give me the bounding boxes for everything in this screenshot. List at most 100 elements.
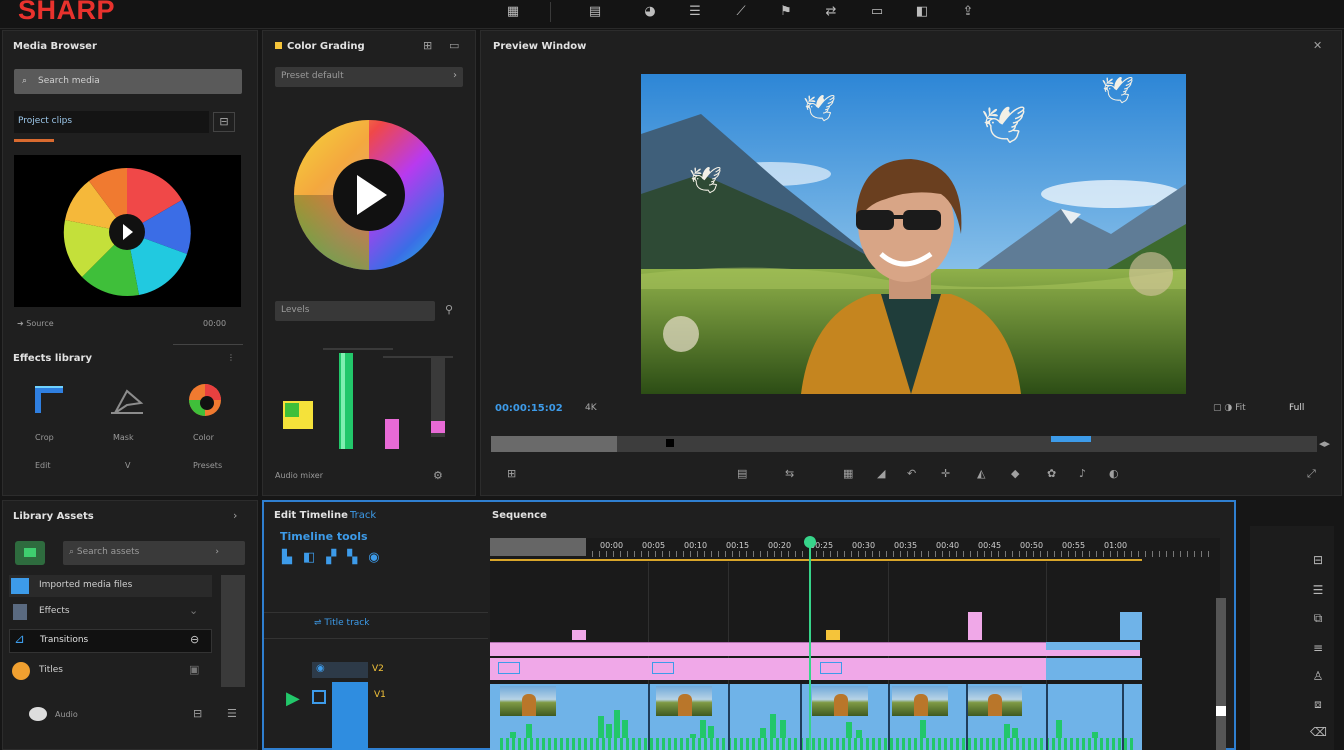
speed-icon[interactable]: ⇆ [785, 467, 794, 480]
grid-icon[interactable]: ▦ [504, 3, 522, 21]
playhead[interactable] [809, 538, 811, 750]
clip-divider [1046, 684, 1048, 750]
chat-icon[interactable]: ▭ [868, 3, 886, 21]
scrub-bar[interactable] [491, 436, 1317, 452]
mask-effect-icon[interactable] [107, 383, 147, 419]
v2-clip-track[interactable] [490, 658, 1142, 680]
clip-thumbnail[interactable] [500, 686, 556, 716]
expand-icon[interactable]: ⤢ [1307, 467, 1316, 481]
chat-icon[interactable]: ▭ [449, 39, 459, 52]
pen-icon[interactable]: ◢ [877, 467, 885, 480]
levels-dropdown[interactable]: Levels [275, 301, 435, 321]
media-thumbnail[interactable] [14, 155, 241, 307]
timeline-tab[interactable]: Track [350, 510, 376, 521]
split-icon[interactable]: ▤ [586, 3, 604, 21]
project-dropdown[interactable]: Project clips [14, 111, 209, 133]
title-marker[interactable] [572, 630, 586, 640]
work-area-bar[interactable] [490, 559, 1142, 561]
power-icon[interactable]: ◐ [1109, 467, 1119, 480]
list-icon[interactable]: ≡ [1310, 640, 1326, 656]
person-icon[interactable]: ♙ [1310, 668, 1326, 684]
fit-label[interactable]: ▢ ◑ Fit [1213, 403, 1246, 413]
close-icon[interactable]: ✕ [1313, 39, 1322, 52]
library-color-icon[interactable] [15, 541, 45, 565]
clip-thumbnail[interactable] [892, 686, 948, 716]
undo-icon[interactable]: ↶ [907, 467, 916, 480]
clip-thumbnail[interactable] [812, 686, 868, 716]
grid-icon[interactable]: ▦ [843, 467, 853, 480]
timeline-scrollbar[interactable] [1216, 598, 1226, 750]
chevron-right-icon[interactable]: › [233, 509, 237, 522]
flag-icon[interactable]: ⚑ [777, 3, 795, 21]
screen-icon[interactable]: ◧ [913, 3, 931, 21]
fx-icon[interactable]: ✿ [1047, 467, 1056, 480]
share-icon[interactable]: ⇄ [822, 3, 840, 21]
ruler-tick [998, 551, 999, 557]
copy-icon[interactable]: ⧉ [1310, 610, 1326, 626]
trash-icon[interactable]: ⌫ [1310, 724, 1327, 740]
library-scrollbar[interactable] [221, 575, 245, 687]
ratio-icon[interactable]: ◭ [977, 467, 985, 480]
play-icon[interactable]: ▶ [286, 688, 300, 709]
palette-icon[interactable]: ◕ [641, 3, 659, 21]
stack-icon[interactable]: ☰ [1310, 582, 1326, 598]
list-icon[interactable]: ▤ [737, 467, 747, 480]
library-item[interactable]: Imported media files [9, 575, 212, 597]
text-icon[interactable]: ☰ [686, 3, 704, 21]
add-icon[interactable]: ⊞ [423, 39, 432, 52]
v2-clip-blue[interactable] [1046, 658, 1142, 680]
layers-icon[interactable]: ⧈ [1310, 696, 1326, 712]
playhead-handle[interactable] [804, 536, 816, 548]
effects-more-icon[interactable]: ⋮ [227, 353, 235, 362]
clip-thumbnail[interactable] [656, 686, 712, 716]
track-lock-icon[interactable] [312, 690, 326, 704]
library-search-input[interactable]: ⌕ Search assets › [63, 541, 245, 565]
export-icon[interactable]: ⇪ [959, 3, 977, 21]
title-marker[interactable] [826, 630, 840, 640]
title-clip-blue[interactable] [1046, 642, 1140, 650]
zoom-label[interactable]: 4K [585, 403, 597, 413]
timeline-tool-icons[interactable]: ▙◧▞▚◉ [282, 550, 391, 565]
inbox-icon[interactable]: ⊟ [1310, 552, 1326, 568]
scrollbar-thumb[interactable] [1216, 706, 1226, 716]
crop-effect-icon[interactable] [29, 383, 69, 419]
crosshair-icon[interactable]: ✛ [941, 467, 950, 480]
video-frame[interactable]: 🕊 🕊 🕊 🕊 [641, 74, 1186, 394]
ruler-tick [1131, 551, 1132, 557]
v2-keyframe[interactable] [498, 662, 520, 674]
settings-icon[interactable]: ⚙ [433, 469, 443, 482]
effect-label-color: Color [193, 433, 214, 442]
ruler-label: 00:45 [978, 541, 1002, 550]
title-clip-track[interactable] [490, 642, 1140, 656]
library-search-clear[interactable]: › [215, 547, 219, 557]
bird-icon: 🕊 [689, 166, 723, 196]
safe-area-icon[interactable]: ⊞ [507, 467, 516, 480]
media-search-input[interactable]: ⌕ Search media [14, 69, 242, 94]
mic-icon[interactable]: ⚲ [445, 303, 453, 316]
color-wheel-play[interactable] [293, 119, 445, 271]
audio-icon[interactable]: ♪ [1079, 467, 1086, 480]
preset-dropdown[interactable]: Preset default › [275, 67, 463, 87]
color-effect-icon[interactable] [185, 381, 225, 419]
wand-icon[interactable]: ⟋ [732, 3, 750, 21]
clip-thumbnail[interactable] [966, 686, 1022, 716]
library-item[interactable]: Effects ⌄ [9, 601, 212, 623]
track-header-v1[interactable] [332, 682, 368, 750]
scrub-handle[interactable] [666, 439, 674, 447]
effect-label-mask: Mask [113, 433, 134, 442]
collapse-icon[interactable]: ⊟ [213, 112, 235, 132]
v2-keyframe[interactable] [652, 662, 674, 674]
quality-label[interactable]: Full [1289, 403, 1304, 413]
track-header-v2[interactable]: ◉ [312, 662, 368, 678]
list-icon[interactable]: ☰ [227, 707, 237, 720]
grid-icon[interactable]: ⊟ [193, 707, 202, 720]
library-item[interactable]: Titles ▣ [9, 659, 212, 683]
ruler-tick [802, 551, 803, 557]
title-marker[interactable] [1120, 612, 1142, 640]
title-marker[interactable] [968, 612, 982, 640]
ruler-tick [690, 551, 691, 557]
next-frame-icon[interactable]: ◂▸ [1319, 437, 1330, 450]
library-item[interactable]: ⊿ Transitions ⊖ [9, 629, 212, 653]
v2-keyframe[interactable] [820, 662, 842, 674]
tag-icon[interactable]: ◆ [1011, 467, 1019, 480]
